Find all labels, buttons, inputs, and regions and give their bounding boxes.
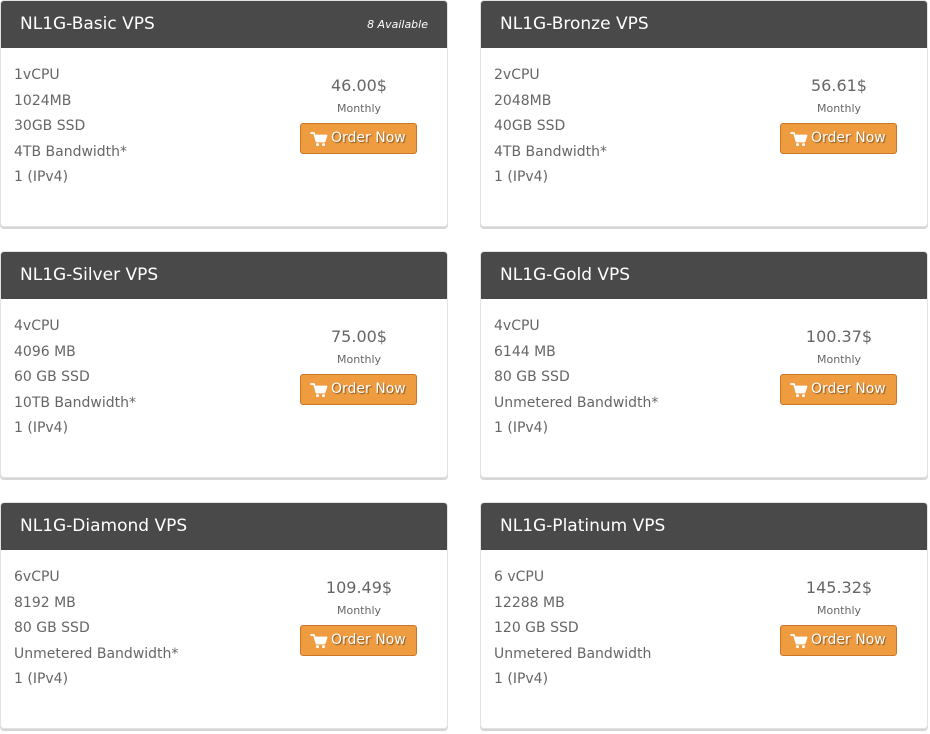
feature-ram: 8192 MB <box>14 594 76 611</box>
feature-bandwidth: Unmetered Bandwidth* <box>494 394 659 411</box>
cart-icon <box>790 132 808 147</box>
availability-badge: 8 Available <box>367 18 428 31</box>
product-title: NL1G-Bronze VPS <box>500 14 649 34</box>
feature-ram: 6144 MB <box>494 343 556 360</box>
feature-bandwidth: Unmetered Bandwidth <box>494 645 652 662</box>
order-now-button[interactable]: Order Now <box>780 374 897 405</box>
feature-ram: 4096 MB <box>14 343 76 360</box>
price: 100.37$ <box>805 327 873 346</box>
order-now-label: Order Now <box>811 381 886 397</box>
feature-ip: 1 (IPv4) <box>494 420 549 437</box>
order-now-button[interactable]: Order Now <box>780 123 897 154</box>
order-now-label: Order Now <box>811 632 886 648</box>
order-now-label: Order Now <box>331 381 406 397</box>
product-title: NL1G-Silver VPS <box>20 265 159 285</box>
order-now-label: Order Now <box>811 130 886 146</box>
product-card-bronze: NL1G-Bronze VPS 2vCPU 2048MB 40GB SSD 4T… <box>480 0 928 227</box>
order-now-label: Order Now <box>331 632 406 648</box>
feature-ip: 1 (IPv4) <box>494 169 549 186</box>
feature-ram: 2048MB <box>494 92 552 109</box>
price-box: 56.61$ Monthly Order Now <box>780 73 898 154</box>
feature-list: 4vCPU 6144 MB 80 GB SSD Unmetered Bandwi… <box>494 314 658 442</box>
product-card-basic: NL1G-Basic VPS 8 Available 1vCPU 1024MB … <box>0 0 448 227</box>
feature-disk: 120 GB SSD <box>494 620 579 637</box>
feature-ip: 1 (IPv4) <box>14 420 69 437</box>
cart-icon <box>310 634 328 649</box>
feature-ip: 1 (IPv4) <box>14 671 69 688</box>
feature-disk: 80 GB SSD <box>494 369 570 386</box>
billing-cycle: Monthly <box>336 102 382 115</box>
order-now-button[interactable]: Order Now <box>300 625 417 656</box>
order-now-button[interactable]: Order Now <box>300 123 417 154</box>
order-now-button[interactable]: Order Now <box>780 625 897 656</box>
feature-bandwidth: 4TB Bandwidth* <box>494 143 608 160</box>
order-now-button[interactable]: Order Now <box>300 374 417 405</box>
price-box: 46.00$ Monthly Order Now <box>300 73 418 154</box>
feature-ip: 1 (IPv4) <box>494 671 549 688</box>
feature-bandwidth: Unmetered Bandwidth* <box>14 645 179 662</box>
feature-list: 4vCPU 4096 MB 60 GB SSD 10TB Bandwidth* … <box>14 314 136 442</box>
cart-icon <box>310 383 328 398</box>
feature-list: 6 vCPU 12288 MB 120 GB SSD Unmetered Ban… <box>494 565 651 693</box>
product-card-platinum: NL1G-Platinum VPS 6 vCPU 12288 MB 120 GB… <box>480 502 928 729</box>
feature-bandwidth: 4TB Bandwidth* <box>14 143 128 160</box>
price: 109.49$ <box>325 578 393 597</box>
price: 46.00$ <box>331 76 387 95</box>
billing-cycle: Monthly <box>336 604 382 617</box>
product-card-gold: NL1G-Gold VPS 4vCPU 6144 MB 80 GB SSD Un… <box>480 251 928 478</box>
price: 75.00$ <box>331 327 387 346</box>
cart-icon <box>790 634 808 649</box>
cart-icon <box>310 132 328 147</box>
price-box: 145.32$ Monthly Order Now <box>780 575 898 656</box>
feature-cpu: 4vCPU <box>494 318 540 334</box>
price-box: 100.37$ Monthly Order Now <box>780 324 898 405</box>
feature-disk: 40GB SSD <box>494 118 566 135</box>
feature-cpu: 2vCPU <box>494 67 540 83</box>
feature-disk: 30GB SSD <box>14 118 86 135</box>
card-header: NL1G-Gold VPS <box>481 252 927 299</box>
card-header: NL1G-Diamond VPS <box>1 503 447 550</box>
feature-bandwidth: 10TB Bandwidth* <box>14 394 136 411</box>
feature-cpu: 6 vCPU <box>494 569 545 585</box>
feature-list: 1vCPU 1024MB 30GB SSD 4TB Bandwidth* 1 (… <box>14 63 127 191</box>
price: 145.32$ <box>805 578 873 597</box>
price: 56.61$ <box>811 76 867 95</box>
billing-cycle: Monthly <box>816 604 862 617</box>
card-header: NL1G-Basic VPS 8 Available <box>1 1 447 48</box>
feature-disk: 80 GB SSD <box>14 620 90 637</box>
feature-disk: 60 GB SSD <box>14 369 90 386</box>
cart-icon <box>790 383 808 398</box>
product-title: NL1G-Diamond VPS <box>20 516 188 536</box>
feature-cpu: 1vCPU <box>14 67 60 83</box>
feature-ip: 1 (IPv4) <box>14 169 69 186</box>
billing-cycle: Monthly <box>816 353 862 366</box>
product-title: NL1G-Gold VPS <box>500 265 631 285</box>
feature-ram: 12288 MB <box>494 594 565 611</box>
product-card-diamond: NL1G-Diamond VPS 6vCPU 8192 MB 80 GB SSD… <box>0 502 448 729</box>
product-title: NL1G-Platinum VPS <box>500 516 666 536</box>
billing-cycle: Monthly <box>816 102 862 115</box>
feature-list: 6vCPU 8192 MB 80 GB SSD Unmetered Bandwi… <box>14 565 178 693</box>
card-header: NL1G-Platinum VPS <box>481 503 927 550</box>
product-title: NL1G-Basic VPS <box>20 14 155 34</box>
card-header: NL1G-Silver VPS <box>1 252 447 299</box>
feature-cpu: 6vCPU <box>14 569 60 585</box>
product-card-silver: NL1G-Silver VPS 4vCPU 4096 MB 60 GB SSD … <box>0 251 448 478</box>
price-box: 75.00$ Monthly Order Now <box>300 324 418 405</box>
feature-list: 2vCPU 2048MB 40GB SSD 4TB Bandwidth* 1 (… <box>494 63 607 191</box>
billing-cycle: Monthly <box>336 353 382 366</box>
feature-cpu: 4vCPU <box>14 318 60 334</box>
feature-ram: 1024MB <box>14 92 72 109</box>
price-box: 109.49$ Monthly Order Now <box>300 575 418 656</box>
card-header: NL1G-Bronze VPS <box>481 1 927 48</box>
order-now-label: Order Now <box>331 130 406 146</box>
